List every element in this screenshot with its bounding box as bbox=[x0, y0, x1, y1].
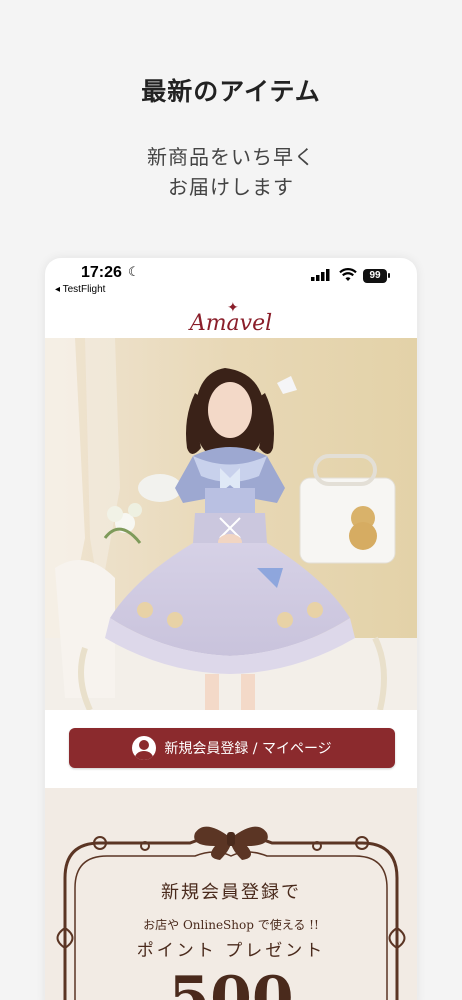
subline: 新商品をいち早く お届けします bbox=[0, 142, 462, 202]
status-time: 17:26 bbox=[81, 264, 122, 281]
cta-section: 新規会員登録 / マイページ bbox=[45, 710, 417, 788]
status-bar: 17:26 ☾ ◂ TestFlight 99 bbox=[45, 258, 417, 300]
promo-point-text: ポイント プレゼント bbox=[136, 941, 326, 961]
user-avatar-icon bbox=[132, 736, 157, 760]
battery-indicator: 99 bbox=[363, 269, 387, 283]
back-to-testflight-link[interactable]: ◂ TestFlight bbox=[55, 284, 105, 295]
points-promo-banner[interactable]: 新規会員登録で お店や OnlineShop で使える !! ポイント プレゼン… bbox=[45, 788, 417, 1000]
register-mypage-button[interactable]: 新規会員登録 / マイページ bbox=[69, 728, 395, 768]
promo-subtitle: お店や OnlineShop で使える !! bbox=[143, 918, 319, 932]
wifi-icon bbox=[339, 268, 357, 281]
subline-line-1: 新商品をいち早く bbox=[147, 145, 315, 169]
subline-line-2: お届けします bbox=[168, 175, 294, 199]
app-store-screenshot: 最新のアイテム 新商品をいち早く お届けします 17:26 ☾ ◂ TestFl… bbox=[0, 0, 462, 1000]
phone-frame: 17:26 ☾ ◂ TestFlight 99 ✦ Amavel 新規会員登録 … bbox=[45, 258, 417, 1000]
brand-logo[interactable]: Amavel bbox=[45, 311, 417, 336]
headline: 最新のアイテム bbox=[141, 77, 321, 106]
cellular-signal-icon bbox=[311, 269, 330, 281]
moon-icon: ☾ bbox=[128, 265, 140, 280]
battery-tip bbox=[388, 273, 390, 278]
brand-header: ✦ Amavel bbox=[45, 300, 417, 338]
register-mypage-label: 新規会員登録 / マイページ bbox=[164, 741, 332, 757]
hero-illustration bbox=[45, 338, 417, 710]
promo-point-amount: 500 bbox=[168, 964, 294, 1000]
hero-product-photo[interactable] bbox=[45, 338, 417, 710]
promo-title: 新規会員登録で bbox=[161, 882, 301, 903]
